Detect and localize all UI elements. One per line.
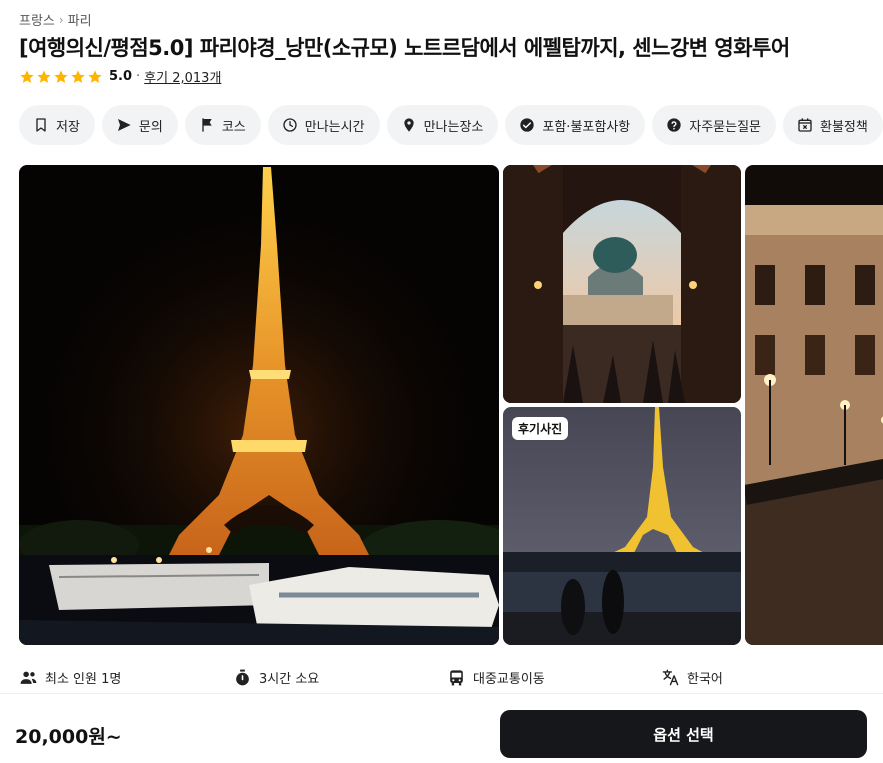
star-icon <box>37 69 51 83</box>
send-icon <box>117 119 131 131</box>
bus-icon <box>450 670 463 686</box>
eiffel-tower-review-photo[interactable]: 후기사진 <box>503 407 741 645</box>
refund-policy-chip[interactable]: 환불정책 <box>783 105 883 145</box>
page-title: [여행의신/평점5.0] 파리야경_낭만(소규모) 노트르담에서 에펠탑까지, … <box>19 36 790 60</box>
star-icon <box>88 69 102 83</box>
star-icon <box>54 69 68 83</box>
flag-icon <box>202 118 212 132</box>
inclusions-chip[interactable]: 포함·불포함사항 <box>505 105 646 145</box>
min-participants: 최소 인원 1명 <box>19 668 233 687</box>
rating-score: 5.0 <box>109 69 133 84</box>
question-circle-icon <box>667 118 681 132</box>
eiffel-tower-night-photo[interactable] <box>19 165 499 645</box>
timer-icon <box>236 669 249 686</box>
faq-chip[interactable]: 자주묻는질문 <box>652 105 777 145</box>
rating-row: 5.0 · 후기 2,013개 <box>19 67 221 86</box>
star-rating <box>19 69 103 85</box>
users-icon <box>20 671 37 684</box>
select-option-button[interactable]: 옵션 선택 <box>500 710 867 758</box>
chip-label: 만나는시간 <box>304 119 365 135</box>
star-icon <box>71 69 85 83</box>
meeting-time-chip[interactable]: 만나는시간 <box>267 105 380 145</box>
check-circle-icon <box>520 118 535 132</box>
pont-des-arts-night-photo[interactable] <box>745 165 883 645</box>
chevron-right-icon: › <box>58 12 64 27</box>
course-chip[interactable]: 코스 <box>184 105 261 145</box>
bookmark-icon <box>36 118 46 132</box>
tour-info-row: 최소 인원 1명 3시간 소요 대중교통이동 한국어 <box>19 668 811 687</box>
bottom-purchase-bar: 20,000원~ 옵션 선택 <box>0 693 883 763</box>
translate-icon <box>662 669 679 686</box>
chip-label: 코스 <box>221 119 246 135</box>
arch-institut-de-france-photo[interactable] <box>503 165 741 403</box>
clock-icon <box>283 118 297 132</box>
chip-label: 저장 <box>56 119 80 135</box>
action-chip-bar: 저장 문의 코스 만나는시간 만나는장소 포함·불포함사항 자주묻는질문 환불정… <box>19 105 883 145</box>
review-photo-badge: 후기사진 <box>512 417 569 440</box>
info-label: 대중교통이동 <box>473 672 545 687</box>
duration: 3시간 소요 <box>233 668 447 687</box>
chip-label: 만나는장소 <box>423 119 484 135</box>
location-pin-icon <box>403 118 414 132</box>
reviews-link[interactable]: 후기 2,013개 <box>144 67 221 86</box>
language: 한국어 <box>661 668 811 687</box>
calendar-x-icon <box>798 118 812 132</box>
breadcrumb-country[interactable]: 프랑스 <box>19 10 55 29</box>
meeting-place-chip[interactable]: 만나는장소 <box>386 105 499 145</box>
chip-label: 환불정책 <box>820 119 868 135</box>
rating-separator: · <box>136 69 141 84</box>
photo-gallery: 후기사진 <box>19 165 883 645</box>
chip-label: 포함·불포함사항 <box>542 119 631 135</box>
info-label: 3시간 소요 <box>259 672 320 687</box>
inquiry-chip[interactable]: 문의 <box>101 105 178 145</box>
info-label: 최소 인원 1명 <box>45 672 122 687</box>
info-label: 한국어 <box>687 672 723 687</box>
price-label: 20,000원~ <box>15 726 122 748</box>
chip-label: 자주묻는질문 <box>689 119 762 135</box>
star-icon <box>20 69 34 83</box>
chip-label: 문의 <box>138 119 163 135</box>
transportation: 대중교통이동 <box>447 668 661 687</box>
breadcrumb: 프랑스 › 파리 <box>19 10 92 30</box>
save-chip[interactable]: 저장 <box>19 105 95 145</box>
breadcrumb-city[interactable]: 파리 <box>68 10 92 29</box>
